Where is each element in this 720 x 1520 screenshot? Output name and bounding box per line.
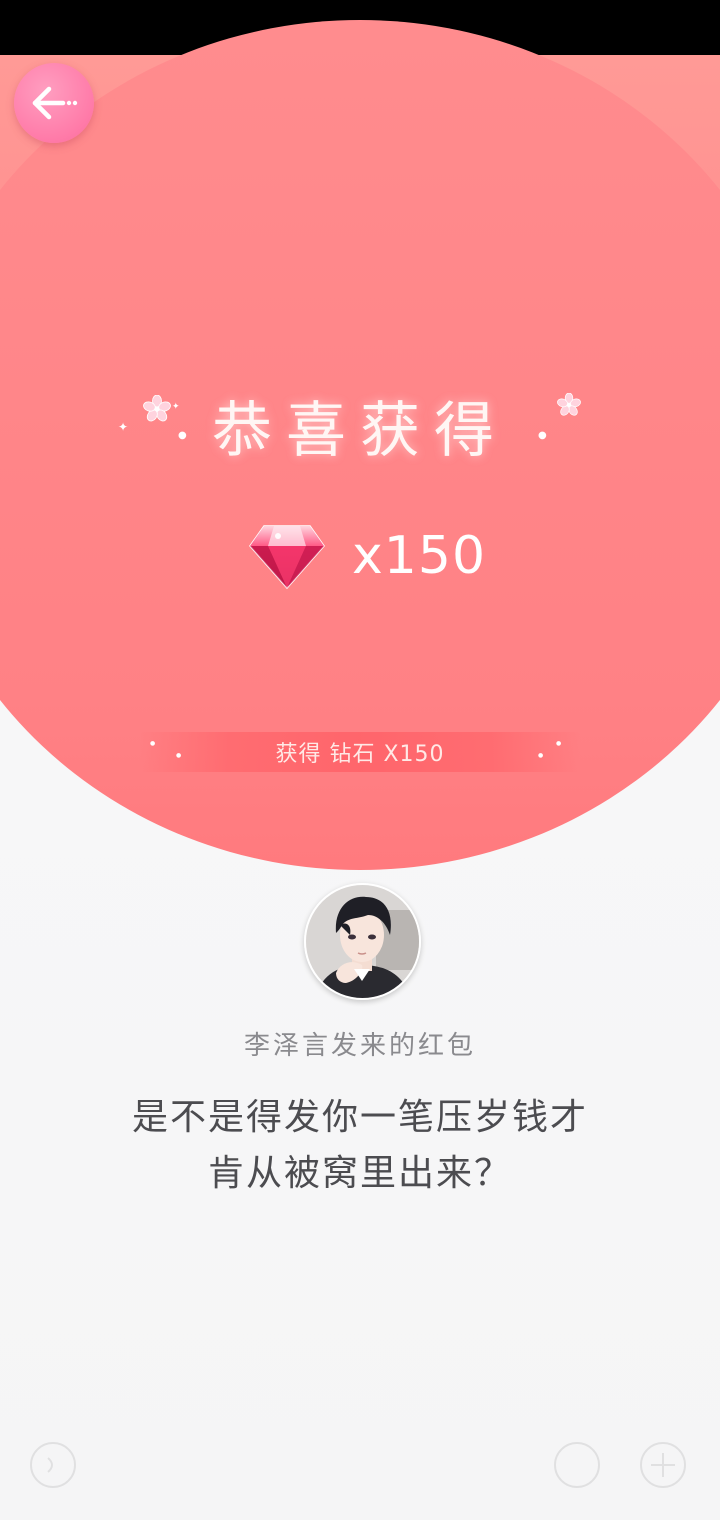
voice-icon	[30, 1442, 76, 1488]
reward-quantity: x150	[352, 526, 487, 586]
reward-screen: ✦ ● ● ✦ 恭喜获得 x150 获得 钻石 X150 ● ● ● ● 李泽言…	[0, 0, 720, 1520]
sparkle-icon: ●	[538, 752, 544, 759]
message-line: 是不是得发你一笔压岁钱才	[131, 1097, 588, 1138]
red-packet-message: 是不是得发你一笔压岁钱才 肯从被窝里出来？	[100, 1090, 620, 1202]
plus-icon	[640, 1442, 686, 1488]
diamond-gem-icon	[249, 525, 325, 590]
sparkle-icon: ●	[176, 752, 182, 759]
bottom-bar	[0, 1420, 720, 1520]
message-line: 肯从被窝里出来？	[207, 1153, 512, 1194]
sparkle-icon: ●	[556, 740, 562, 747]
emoji-icon	[554, 1442, 600, 1488]
back-button[interactable]	[14, 63, 94, 143]
reward-item: x150	[248, 520, 486, 592]
sender-label: 李泽言发来的红包	[243, 1031, 476, 1061]
sender-avatar	[304, 883, 421, 1000]
sparkle-icon: ●	[150, 740, 156, 747]
reward-banner: 获得 钻石 X150	[140, 732, 580, 772]
back-arrow-icon	[32, 86, 78, 120]
reward-banner-text: 获得 钻石 X150	[275, 742, 445, 767]
reward-title: 恭喜获得	[212, 396, 508, 466]
